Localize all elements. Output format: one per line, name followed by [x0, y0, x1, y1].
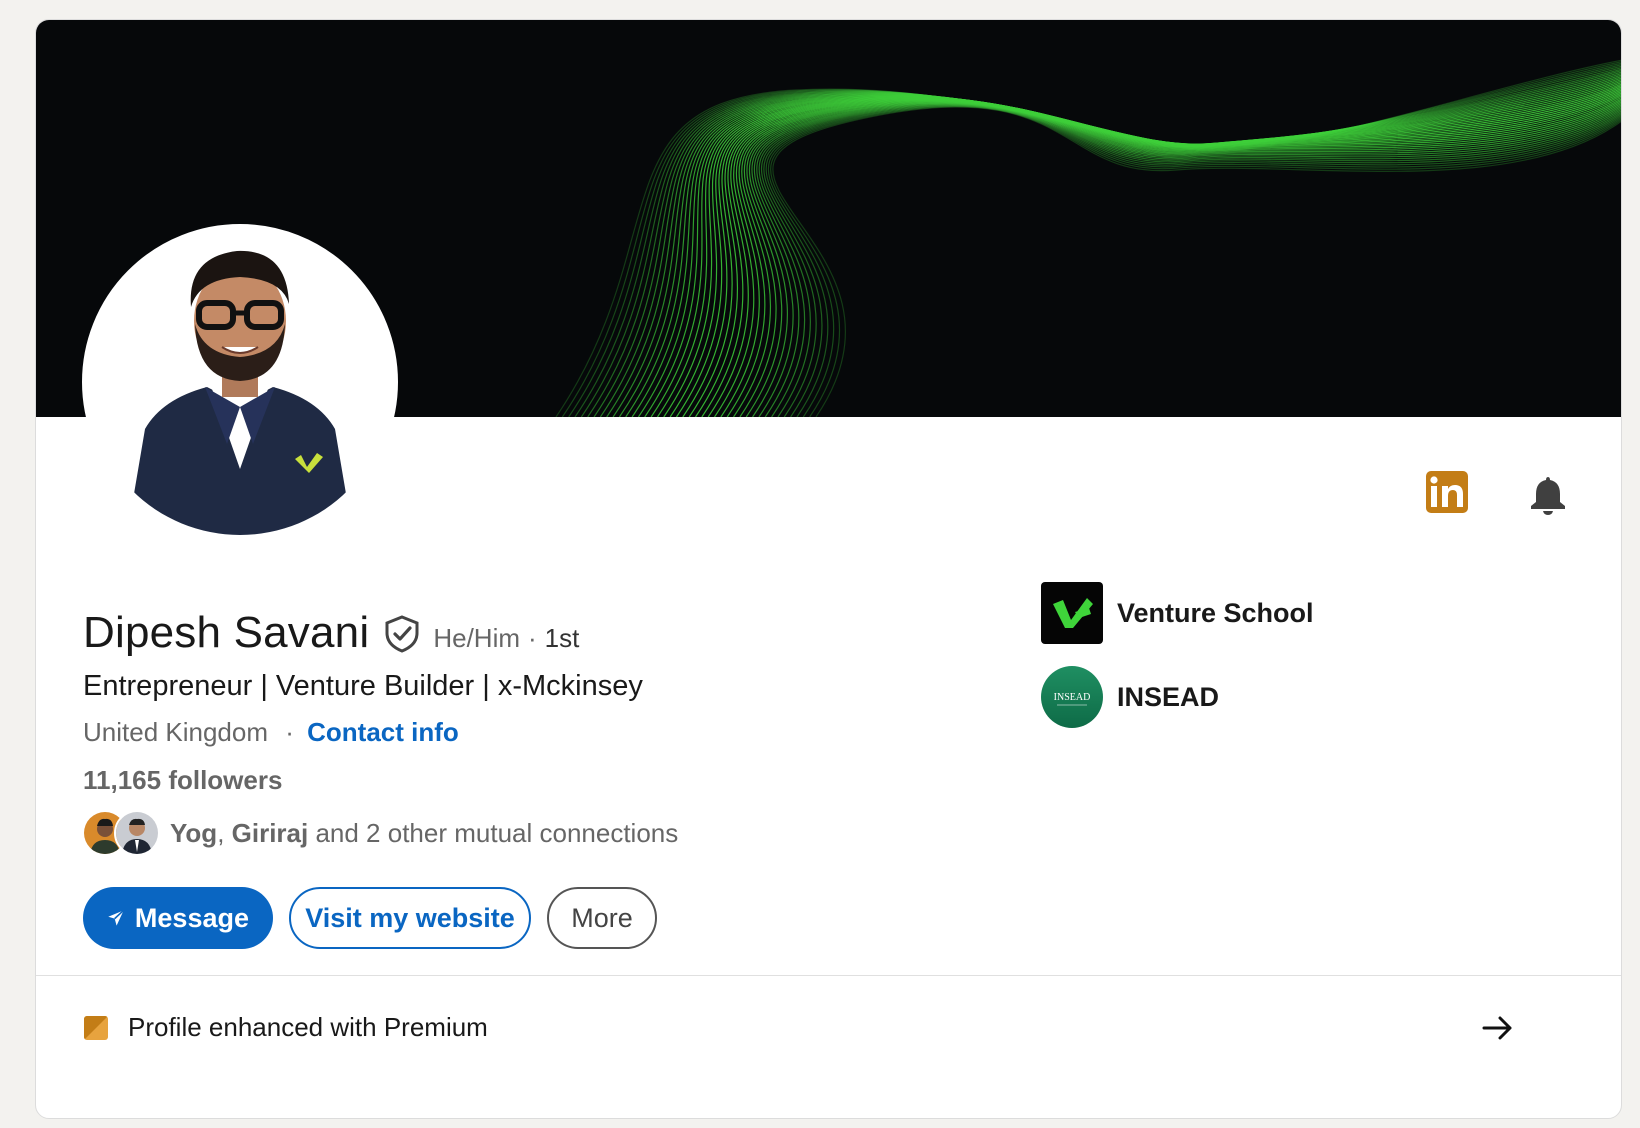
mutual-avatar	[114, 810, 160, 856]
venture-school-logo	[1041, 582, 1103, 644]
followers-count[interactable]: 11,165 followers	[83, 765, 282, 796]
verified-shield-icon[interactable]	[383, 615, 421, 653]
mutual-name: Giriraj	[231, 817, 309, 848]
insead-logo-text: INSEAD	[1054, 692, 1091, 703]
linkedin-premium-icon[interactable]	[1426, 471, 1468, 513]
connection-degree: 1st	[544, 623, 580, 653]
org-name: INSEAD	[1117, 681, 1220, 712]
bell-icon[interactable]	[1526, 473, 1570, 517]
premium-banner[interactable]: Profile enhanced with Premium	[84, 1012, 488, 1043]
more-button[interactable]: More	[547, 887, 657, 949]
profile-name: Dipesh Savani	[83, 608, 370, 657]
mutual-connections-text[interactable]: Yog, Giriraj and 2 other mutual connecti…	[170, 818, 678, 849]
location-row: United Kingdom · Contact info	[83, 717, 459, 748]
profile-card: Dipesh Savani He/Him · 1st Entrepreneur …	[35, 19, 1622, 1119]
mutual-separator: ,	[217, 817, 232, 848]
pronouns: He/Him	[433, 623, 520, 653]
profile-photo[interactable]	[82, 224, 398, 540]
visit-website-button[interactable]: Visit my website	[289, 887, 531, 949]
separator-dot: ·	[528, 623, 537, 653]
arrow-right-icon[interactable]	[1478, 1008, 1518, 1048]
premium-icon	[84, 1015, 108, 1040]
org-name: Venture School	[1117, 597, 1314, 628]
name-row: Dipesh Savani He/Him · 1st	[83, 608, 579, 658]
location: United Kingdom	[83, 717, 268, 747]
message-button-label: Message	[134, 902, 249, 933]
wave-line	[682, 89, 1621, 417]
divider	[36, 975, 1621, 976]
mutual-connections[interactable]: Yog, Giriraj and 2 other mutual connecti…	[82, 810, 678, 856]
org-venture-school[interactable]: Venture School	[1041, 582, 1314, 644]
premium-text: Profile enhanced with Premium	[128, 1012, 488, 1042]
mutual-rest: and 2 other mutual connections	[308, 817, 679, 848]
contact-info-link[interactable]: Contact info	[307, 717, 459, 747]
org-insead[interactable]: INSEAD INSEAD	[1041, 666, 1219, 728]
separator-dot: ·	[285, 717, 294, 747]
message-button[interactable]: Message	[83, 887, 273, 949]
profile-headline: Entrepreneur | Venture Builder | x-Mckin…	[83, 670, 643, 702]
insead-logo: INSEAD	[1041, 666, 1103, 728]
send-icon	[108, 909, 125, 926]
mutual-name: Yog	[170, 817, 218, 848]
profile-actions: Message Visit my website More	[83, 887, 657, 949]
wave-line	[675, 87, 1621, 417]
